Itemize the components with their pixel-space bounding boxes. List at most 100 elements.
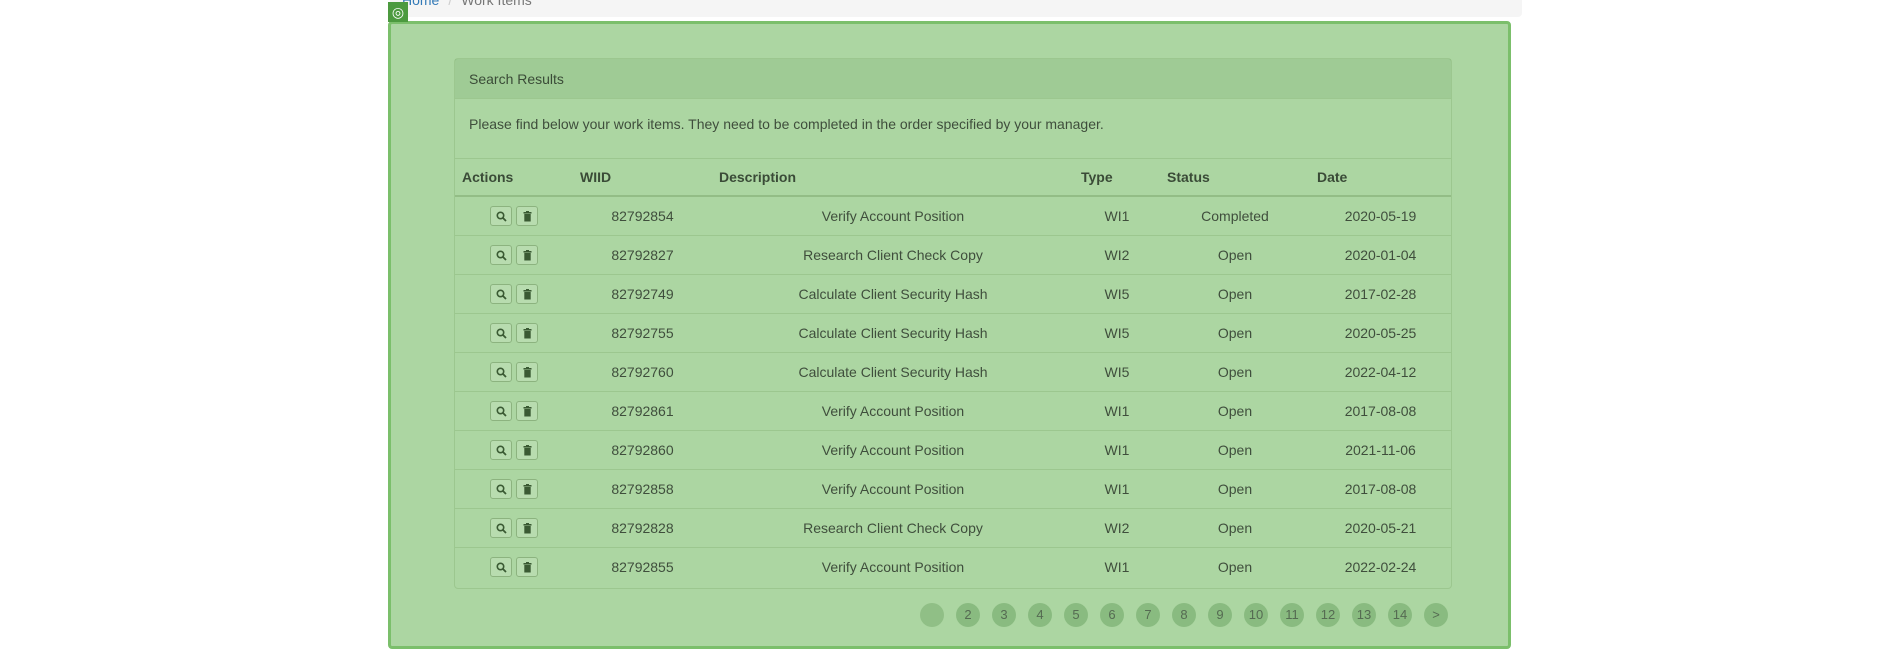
page-button[interactable]: 10 <box>1244 603 1268 627</box>
page-button[interactable]: 9 <box>1208 603 1232 627</box>
view-button[interactable] <box>490 323 512 343</box>
cell-date: 2017-08-08 <box>1310 469 1451 509</box>
cell-description: Verify Account Position <box>712 391 1074 431</box>
cell-type: WI2 <box>1074 235 1160 275</box>
cell-date: 2020-01-04 <box>1310 235 1451 275</box>
delete-button[interactable] <box>516 245 538 265</box>
page-button[interactable]: 8 <box>1172 603 1196 627</box>
row-actions <box>455 391 573 431</box>
breadcrumb-current: Work Items <box>461 0 532 8</box>
cell-date: 2020-05-21 <box>1310 508 1451 548</box>
page-button[interactable]: 12 <box>1316 603 1340 627</box>
cell-date: 2017-08-08 <box>1310 391 1451 431</box>
cell-wiid: 82792861 <box>573 391 712 431</box>
page-button[interactable]: 2 <box>956 603 980 627</box>
column-header-actions: Actions <box>455 159 573 197</box>
row-actions <box>455 195 573 236</box>
cell-wiid: 82792828 <box>573 508 712 548</box>
cell-description: Calculate Client Security Hash <box>712 274 1074 314</box>
table-row: 82792861 Verify Account Position WI1 Open 20… <box>455 391 1451 431</box>
cell-type: WI2 <box>1074 508 1160 548</box>
page-button[interactable]: 6 <box>1100 603 1124 627</box>
cell-description: Verify Account Position <box>712 469 1074 509</box>
cell-status: Open <box>1160 430 1310 470</box>
column-header-description: Description <box>712 159 1074 197</box>
delete-button[interactable] <box>516 518 538 538</box>
cell-date: 2017-02-28 <box>1310 274 1451 314</box>
view-button[interactable] <box>490 440 512 460</box>
cell-wiid: 82792755 <box>573 313 712 353</box>
row-actions <box>455 352 573 392</box>
cell-date: 2021-11-06 <box>1310 430 1451 470</box>
cell-date: 2022-02-24 <box>1310 547 1451 586</box>
cell-status: Open <box>1160 547 1310 586</box>
cell-date: 2020-05-19 <box>1310 195 1451 236</box>
delete-button[interactable] <box>516 362 538 382</box>
cell-status: Open <box>1160 391 1310 431</box>
cell-description: Research Client Check Copy <box>712 508 1074 548</box>
column-header-status: Status <box>1160 159 1310 197</box>
page-button[interactable]: 3 <box>992 603 1016 627</box>
cell-type: WI5 <box>1074 313 1160 353</box>
cell-status: Completed <box>1160 195 1310 236</box>
column-header-type: Type <box>1074 159 1160 197</box>
target-icon[interactable]: ◎ <box>388 2 408 22</box>
cell-status: Open <box>1160 508 1310 548</box>
row-actions <box>455 235 573 275</box>
row-actions <box>455 313 573 353</box>
next-page-button[interactable]: > <box>1424 603 1448 627</box>
cell-date: 2020-05-25 <box>1310 313 1451 353</box>
work-items-table: Actions WIID Description Type Status Dat… <box>455 159 1451 586</box>
cell-description: Research Client Check Copy <box>712 235 1074 275</box>
delete-button[interactable] <box>516 557 538 577</box>
view-button[interactable] <box>490 206 512 226</box>
view-button[interactable] <box>490 284 512 304</box>
table-row: 82792828 Research Client Check Copy WI2 Ope… <box>455 508 1451 548</box>
row-actions <box>455 547 573 586</box>
breadcrumb-separator: / <box>448 0 453 8</box>
cell-description: Calculate Client Security Hash <box>712 352 1074 392</box>
search-results-panel: Search Results Please find below your wo… <box>454 58 1452 589</box>
delete-button[interactable] <box>516 401 538 421</box>
page-button[interactable]: 7 <box>1136 603 1160 627</box>
cell-wiid: 82792855 <box>573 547 712 586</box>
row-actions <box>455 469 573 509</box>
cell-type: WI1 <box>1074 430 1160 470</box>
page-button[interactable]: 14 <box>1388 603 1412 627</box>
cell-type: WI1 <box>1074 547 1160 586</box>
table-row: 82792860 Verify Account Position WI1 Open 20… <box>455 430 1451 470</box>
delete-button[interactable] <box>516 440 538 460</box>
cell-description: Verify Account Position <box>712 430 1074 470</box>
cell-wiid: 82792760 <box>573 352 712 392</box>
view-button[interactable] <box>490 362 512 382</box>
row-actions <box>455 430 573 470</box>
page-button[interactable]: 5 <box>1064 603 1088 627</box>
cell-wiid: 82792854 <box>573 195 712 236</box>
view-button[interactable] <box>490 245 512 265</box>
view-button[interactable] <box>490 401 512 421</box>
page-button[interactable]: 13 <box>1352 603 1376 627</box>
page-button[interactable]: 11 <box>1280 603 1304 627</box>
table-row: 82792749 Calculate Client Security Hash WI… <box>455 274 1451 314</box>
pagination: <23456789 10 11 12 13 14 > <box>920 603 1448 627</box>
table-row: 82792827 Research Client Check Copy WI2 Ope… <box>455 235 1451 275</box>
view-button[interactable] <box>490 479 512 499</box>
delete-button[interactable] <box>516 323 538 343</box>
cell-wiid: 82792858 <box>573 469 712 509</box>
view-button[interactable] <box>490 518 512 538</box>
cell-status: Open <box>1160 313 1310 353</box>
row-actions <box>455 508 573 548</box>
panel-heading: Search Results <box>455 59 1451 99</box>
view-button[interactable] <box>490 557 512 577</box>
cell-type: WI1 <box>1074 469 1160 509</box>
panel-description: Please find below your work items. They … <box>455 99 1451 159</box>
cell-type: WI5 <box>1074 352 1160 392</box>
delete-button[interactable] <box>516 206 538 226</box>
cell-status: Open <box>1160 469 1310 509</box>
cell-type: WI1 <box>1074 391 1160 431</box>
table-row: 82792760 Calculate Client Security Hash WI… <box>455 352 1451 392</box>
delete-button[interactable] <box>516 479 538 499</box>
prev-page-button[interactable]: < <box>920 603 944 627</box>
delete-button[interactable] <box>516 284 538 304</box>
page-button[interactable]: 4 <box>1028 603 1052 627</box>
